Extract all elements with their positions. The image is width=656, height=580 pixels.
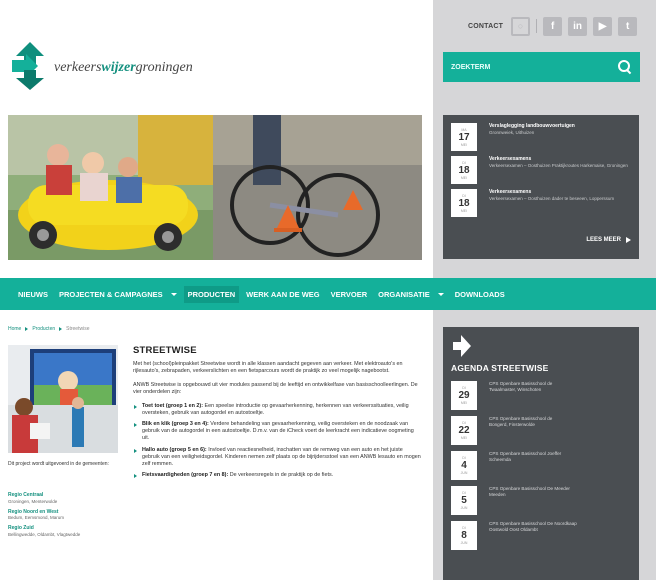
logo-wordmark: verkeerswijzergroningen <box>54 60 193 75</box>
article-intro: Met het (school)pleinpakket Streetwise w… <box>133 361 403 375</box>
chevron-down-icon <box>170 292 177 296</box>
main-nav: NIEUWS PROJECTEN & CAMPAGNES PRODUCTEN W… <box>0 278 656 310</box>
twitter-icon[interactable]: t <box>618 16 638 36</box>
agenda-panel: AGENDA STREETWISE DI 29 MEI CPS Openbare… <box>443 327 639 580</box>
breadcrumb-home[interactable]: Home <box>8 326 21 332</box>
breadcrumb-separator-icon <box>25 327 29 331</box>
news-item[interactable]: MA 17 MEI Verslaglegging landbouwvoertui… <box>451 123 631 151</box>
region-desc: Bedum, Eemsmond, Marum <box>8 515 65 520</box>
region-item: Regio Centraal Groningen, Menterwolde <box>8 492 120 505</box>
news-subtitle: Gronnweiek, Uithuizen <box>489 130 535 135</box>
search-input[interactable] <box>451 63 618 71</box>
page-title: STREETWISE <box>133 345 197 356</box>
news-title[interactable]: Verslaglegging landbouwvoertuigen <box>489 123 575 130</box>
nav-item-nieuws[interactable]: NIEUWS <box>18 290 48 299</box>
arrow-right-icon <box>453 335 471 357</box>
date-badge: DI 18 MEI <box>451 189 477 217</box>
date-badge: DI 5 JUN <box>451 486 477 515</box>
news-panel: MA 17 MEI Verslaglegging landbouwvoertui… <box>443 115 639 259</box>
article: STREETWISE Met het (school)pleinpakket S… <box>133 345 421 483</box>
agenda-item[interactable]: DI 4 JUN CPS Openbare Basisschool Joeffe… <box>451 451 631 480</box>
linkedin-icon[interactable]: in <box>568 16 588 36</box>
list-item: Blik en klik (groep 3 en 4): Verdere beh… <box>133 421 421 443</box>
article-paragraph: ANWB Streetwise is opgebouwd uit vier mo… <box>133 381 418 396</box>
agenda-title: AGENDA STREETWISE <box>451 363 549 373</box>
agenda-item[interactable]: DI 8 JUN CPS Openbare Basisschool De Noo… <box>451 521 631 550</box>
site-logo[interactable]: verkeerswijzergroningen <box>8 40 193 90</box>
list-item: Fietsvaardigheden (groep 7 en 8): De ver… <box>133 472 421 479</box>
circle-icon[interactable]: ○ <box>511 16 531 36</box>
news-subtitle: Verkeersexamen – Oosthuizen dader te bes… <box>489 196 615 201</box>
date-badge: DI 4 JUN <box>451 451 477 480</box>
search-icon[interactable] <box>618 60 632 74</box>
date-badge: DI 29 MEI <box>451 381 477 410</box>
hero-image <box>8 115 422 260</box>
date-badge: DI 18 MEI <box>451 156 477 184</box>
read-more-link[interactable]: LEES MEER <box>586 237 631 243</box>
arrow-right-icon <box>626 237 631 243</box>
list-item: Hallo auto (groep 5 en 6): Invloed van r… <box>133 447 421 469</box>
agenda-item[interactable]: DI 22 MEI CPS Openbare Basisschool de Bo… <box>451 416 631 445</box>
logo-mark-icon <box>8 40 52 90</box>
date-badge: DI 8 JUN <box>451 521 477 550</box>
streetwise-photo <box>8 345 118 453</box>
nav-item-vervoer[interactable]: VERVOER <box>331 290 368 299</box>
facebook-icon[interactable]: f <box>543 16 563 36</box>
breadcrumb: Home Producten Streetwise <box>8 326 89 332</box>
region-desc: Bellingwedde, Oldambt, Vlagtwedde <box>8 531 81 537</box>
breadcrumb-current: Streetwise <box>66 326 90 332</box>
region-list: Regio Centraal Groningen, Menterwolde Re… <box>8 492 120 542</box>
top-bar: CONTACT ○ f in ▶ t <box>468 14 638 38</box>
region-desc: Groningen, Menterwolde <box>8 498 58 504</box>
divider <box>536 19 538 33</box>
breadcrumb-separator-icon <box>59 327 63 331</box>
contact-link[interactable]: CONTACT <box>468 23 503 30</box>
news-title[interactable]: Verkeersexamens <box>489 156 628 163</box>
nav-item-projecten[interactable]: PROJECTEN & CAMPAGNES <box>59 290 177 299</box>
nav-item-producten[interactable]: PRODUCTEN <box>183 285 240 303</box>
agenda-item[interactable]: DI 29 MEI CPS Openbare Basisschool de Tw… <box>451 381 631 410</box>
breadcrumb-producten[interactable]: Producten <box>32 326 55 332</box>
module-list: Toet toet (groep 1 en 2): Een speelse in… <box>133 403 421 480</box>
date-badge: MA 17 MEI <box>451 123 477 151</box>
list-item: Toet toet (groep 1 en 2): Een speelse in… <box>133 403 421 417</box>
agenda-item[interactable]: DI 5 JUN CPS Openbare Basisschool De Mee… <box>451 486 631 515</box>
youtube-icon[interactable]: ▶ <box>593 16 613 36</box>
news-title[interactable]: Verkeersexamens <box>489 189 614 196</box>
sidebar-caption: Dit project wordt uitgevoerd in de gemee… <box>8 461 109 467</box>
nav-item-downloads[interactable]: DOWNLOADS <box>455 290 505 299</box>
news-item[interactable]: DI 18 MEI Verkeersexamens Verkeersexamen… <box>451 156 631 184</box>
date-badge: DI 22 MEI <box>451 416 477 445</box>
region-item: Regio Noord en West Bedum, Eemsmond, Mar… <box>8 509 120 522</box>
news-item[interactable]: DI 18 MEI Verkeersexamens Verkeersexamen… <box>451 189 631 217</box>
region-item: Regio Zuid Bellingwedde, Oldambt, Vlagtw… <box>8 525 120 538</box>
news-subtitle: Verkeersexamen – Oosthuizen Praktijkrout… <box>489 163 628 168</box>
nav-item-organisatie[interactable]: ORGANISATIE <box>378 290 444 299</box>
nav-item-werk-aan-de-weg[interactable]: WERK AAN DE WEG <box>246 290 319 299</box>
chevron-down-icon <box>437 292 444 296</box>
search-bar <box>443 52 640 82</box>
